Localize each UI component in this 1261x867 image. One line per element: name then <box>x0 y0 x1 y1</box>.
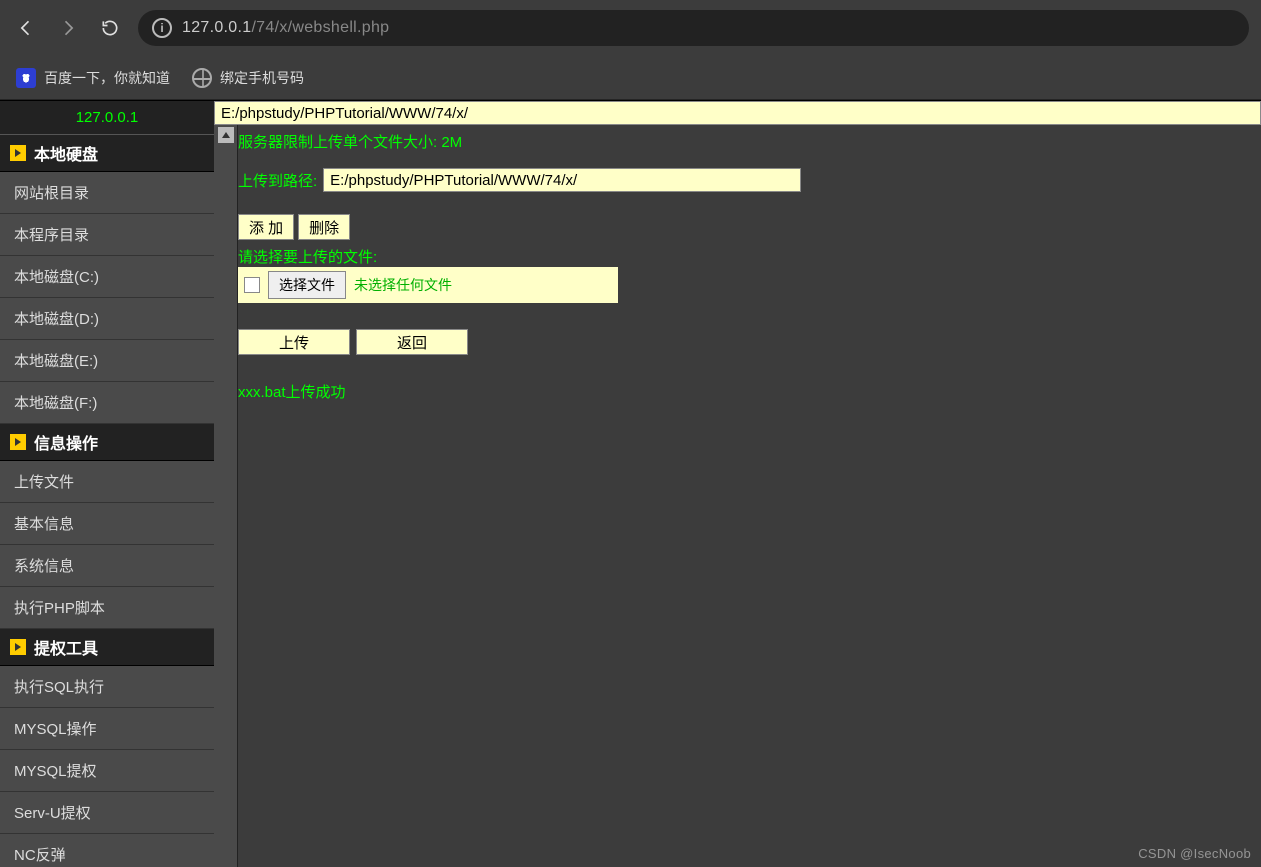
section-header-info-ops[interactable]: 信息操作 <box>0 424 214 461</box>
browser-toolbar: i 127.0.0.1/74/x/webshell.php <box>0 0 1261 56</box>
arrow-right-icon <box>58 18 78 38</box>
sidebar-item-mysql-privesc[interactable]: MYSQL提权 <box>0 750 214 792</box>
sidebar-item-servu[interactable]: Serv-U提权 <box>0 792 214 834</box>
section-header-local-disk[interactable]: 本地硬盘 <box>0 135 214 172</box>
section-title: 提权工具 <box>34 635 98 659</box>
sidebar-item-webroot[interactable]: 网站根目录 <box>0 172 214 214</box>
choose-file-button[interactable]: 选择文件 <box>268 271 346 299</box>
choose-prompt: 请选择要上传的文件: <box>238 246 1261 267</box>
upload-button[interactable]: 上传 <box>238 329 350 355</box>
reload-button[interactable] <box>96 14 124 42</box>
baidu-icon <box>16 68 36 88</box>
scroll-up-icon[interactable] <box>218 127 234 143</box>
sidebar-item-mysql-ops[interactable]: MYSQL操作 <box>0 708 214 750</box>
upload-limit-text: 服务器限制上传单个文件大小: 2M <box>238 129 1261 168</box>
upload-path-row: 上传到路径: <box>238 168 1261 192</box>
current-path-input[interactable]: E:/phpstudy/PHPTutorial/WWW/74/x/ <box>214 101 1261 125</box>
section-title: 本地硬盘 <box>34 141 98 165</box>
arrow-icon <box>10 145 26 161</box>
page-content: 127.0.0.1 本地硬盘 网站根目录 本程序目录 本地磁盘(C:) 本地磁盘… <box>0 100 1261 867</box>
bookmark-label: 百度一下，你就知道 <box>44 68 170 88</box>
main-area: E:/phpstudy/PHPTutorial/WWW/74/x/ 服务器限制上… <box>214 101 1261 867</box>
arrow-icon <box>10 639 26 655</box>
forward-button[interactable] <box>54 14 82 42</box>
bookmark-bind-phone[interactable]: 绑定手机号码 <box>192 68 304 88</box>
bookmark-label: 绑定手机号码 <box>220 68 304 88</box>
section-header-privesc[interactable]: 提权工具 <box>0 629 214 666</box>
bookmark-baidu[interactable]: 百度一下，你就知道 <box>16 68 170 88</box>
sidebar-item-exec-php[interactable]: 执行PHP脚本 <box>0 587 214 629</box>
no-file-text: 未选择任何文件 <box>354 275 452 295</box>
file-select-row: 选择文件 未选择任何文件 <box>238 267 618 303</box>
sidebar-item-exec-sql[interactable]: 执行SQL执行 <box>0 666 214 708</box>
reload-icon <box>100 18 120 38</box>
file-checkbox[interactable] <box>244 277 260 293</box>
back-button[interactable] <box>12 14 40 42</box>
arrow-left-icon <box>16 18 36 38</box>
sidebar-item-system-info[interactable]: 系统信息 <box>0 545 214 587</box>
content-panel: 服务器限制上传单个文件大小: 2M 上传到路径: 添 加 删除 请选择要上传的文… <box>238 125 1261 867</box>
back-button-form[interactable]: 返回 <box>356 329 468 355</box>
upload-success-message: xxx.bat上传成功 <box>238 381 1261 402</box>
sidebar-item-disk-d[interactable]: 本地磁盘(D:) <box>0 298 214 340</box>
sidebar-item-disk-e[interactable]: 本地磁盘(E:) <box>0 340 214 382</box>
delete-button[interactable]: 删除 <box>298 214 350 240</box>
watermark: CSDN @IsecNoob <box>1138 846 1251 861</box>
globe-icon <box>192 68 212 88</box>
bookmark-bar: 百度一下，你就知道 绑定手机号码 <box>0 56 1261 100</box>
upload-path-input[interactable] <box>323 168 801 192</box>
sidebar-item-basic-info[interactable]: 基本信息 <box>0 503 214 545</box>
sidebar-item-program-dir[interactable]: 本程序目录 <box>0 214 214 256</box>
address-bar[interactable]: i 127.0.0.1/74/x/webshell.php <box>138 10 1249 46</box>
sidebar: 127.0.0.1 本地硬盘 网站根目录 本程序目录 本地磁盘(C:) 本地磁盘… <box>0 101 214 867</box>
arrow-icon <box>10 434 26 450</box>
url-text: 127.0.0.1/74/x/webshell.php <box>182 19 389 37</box>
sidebar-item-disk-f[interactable]: 本地磁盘(F:) <box>0 382 214 424</box>
sidebar-item-disk-c[interactable]: 本地磁盘(C:) <box>0 256 214 298</box>
site-info-icon[interactable]: i <box>152 18 172 38</box>
sidebar-host: 127.0.0.1 <box>0 101 214 135</box>
scroll-gutter[interactable] <box>214 125 238 867</box>
add-button[interactable]: 添 加 <box>238 214 294 240</box>
section-title: 信息操作 <box>34 430 98 454</box>
sidebar-item-upload[interactable]: 上传文件 <box>0 461 214 503</box>
sidebar-item-nc-reverse[interactable]: NC反弹 <box>0 834 214 867</box>
upload-to-label: 上传到路径: <box>238 170 317 191</box>
